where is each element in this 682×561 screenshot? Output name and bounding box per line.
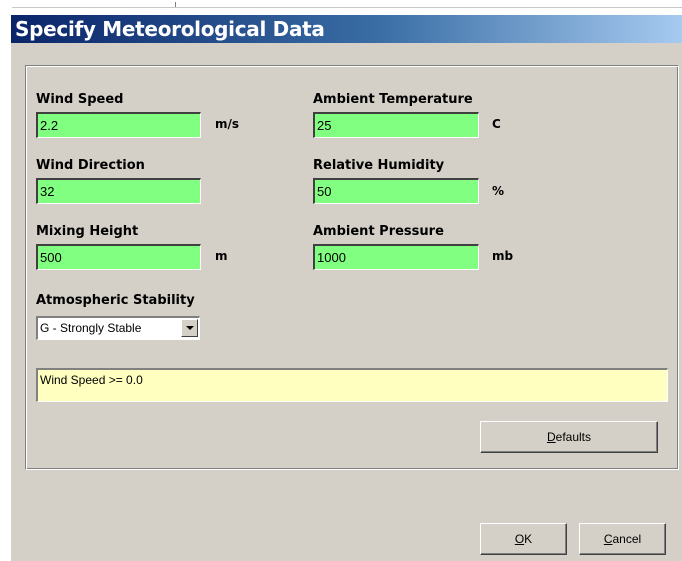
ambient-pressure-unit: mb — [492, 249, 514, 263]
ambient-pressure-input[interactable]: 1000 — [313, 244, 479, 270]
ambient-pressure-label: Ambient Pressure — [313, 224, 444, 239]
wind-speed-input[interactable]: 2.2 — [36, 112, 201, 138]
atmospheric-stability-value: G - Strongly Stable — [40, 321, 142, 335]
mixing-height-input[interactable]: 500 — [36, 244, 201, 270]
dialog-window: Specify Meteorological Data Wind Speed 2… — [11, 15, 682, 561]
relative-humidity-unit: % — [492, 184, 505, 198]
wind-speed-label: Wind Speed — [36, 92, 124, 107]
wind-speed-unit: m/s — [215, 117, 240, 131]
window-title: Specify Meteorological Data — [15, 17, 325, 41]
background-tick — [175, 2, 176, 7]
validation-message: Wind Speed >= 0.0 — [36, 368, 668, 402]
ambient-temperature-input[interactable]: 25 — [313, 112, 479, 138]
background-line — [12, 7, 682, 8]
wind-direction-input[interactable]: 32 — [36, 178, 201, 204]
ok-label: K — [524, 532, 533, 546]
cancel-button[interactable]: Cancel — [579, 523, 666, 555]
mixing-height-label: Mixing Height — [36, 224, 139, 239]
defaults-mnemonic: D — [546, 430, 556, 444]
ambient-temperature-unit: C — [492, 117, 501, 131]
mixing-height-unit: m — [215, 249, 228, 263]
atmospheric-stability-label: Atmospheric Stability — [36, 293, 195, 308]
chevron-down-icon — [186, 326, 194, 330]
ok-button[interactable]: OK — [480, 523, 567, 555]
defaults-label: efaults — [555, 430, 592, 444]
wind-direction-label: Wind Direction — [36, 158, 145, 173]
defaults-button[interactable]: Defaults — [480, 421, 658, 453]
atmospheric-stability-select[interactable]: G - Strongly Stable — [36, 316, 200, 340]
ambient-temperature-label: Ambient Temperature — [313, 92, 473, 107]
relative-humidity-input[interactable]: 50 — [313, 178, 479, 204]
title-bar[interactable]: Specify Meteorological Data — [11, 15, 682, 43]
ok-mnemonic: O — [514, 532, 525, 546]
cancel-label: ancel — [612, 532, 642, 546]
relative-humidity-label: Relative Humidity — [313, 158, 445, 173]
dropdown-button[interactable] — [181, 319, 198, 337]
